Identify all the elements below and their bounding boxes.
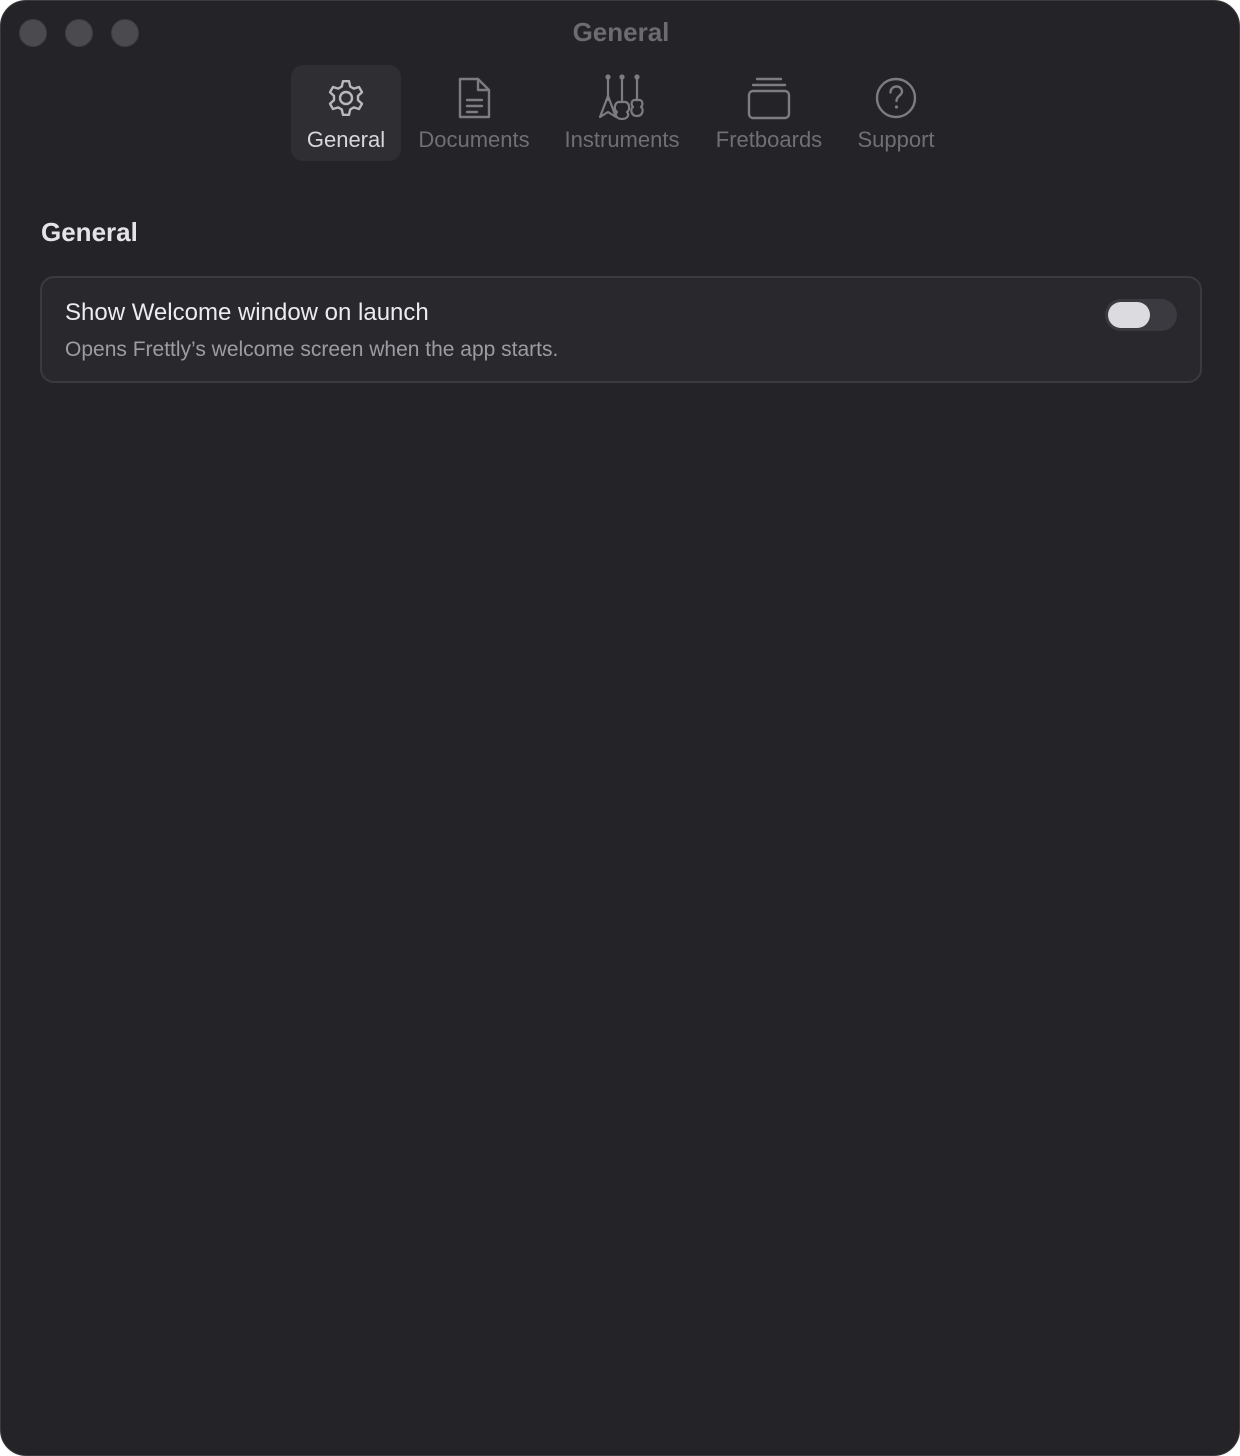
tab-label: Instruments	[564, 127, 680, 152]
tab-label: Fretboards	[715, 127, 823, 152]
tab-fretboards[interactable]: Fretboards	[697, 65, 841, 161]
toggle-knob	[1108, 302, 1150, 328]
tab-label: Documents	[418, 127, 530, 152]
tab-label: Support	[857, 127, 935, 152]
show-welcome-toggle[interactable]	[1105, 299, 1177, 331]
setting-description: Opens Frettly’s welcome screen when the …	[65, 338, 559, 361]
section-title: General	[41, 217, 138, 247]
gear-icon	[328, 80, 364, 117]
document-icon	[458, 77, 491, 119]
tab-support[interactable]: Support	[841, 65, 951, 161]
tab-general[interactable]: General	[291, 65, 401, 161]
tab-documents[interactable]: Documents	[401, 65, 547, 161]
tab-label: General	[306, 127, 386, 152]
settings-card: Show Welcome window on launch Opens Fret…	[40, 276, 1202, 383]
setting-title: Show Welcome window on launch	[65, 299, 429, 326]
tab-instruments[interactable]: Instruments	[547, 65, 697, 161]
window-title: General	[572, 17, 670, 47]
guitars-icon	[598, 74, 644, 121]
preferences-toolbar: General Documents Instruments Fretboards…	[291, 65, 951, 161]
preferences-window: General General Documents Instruments Fr…	[0, 0, 1240, 1456]
stacked-cards-icon	[747, 77, 791, 120]
question-circle-icon	[875, 77, 917, 119]
